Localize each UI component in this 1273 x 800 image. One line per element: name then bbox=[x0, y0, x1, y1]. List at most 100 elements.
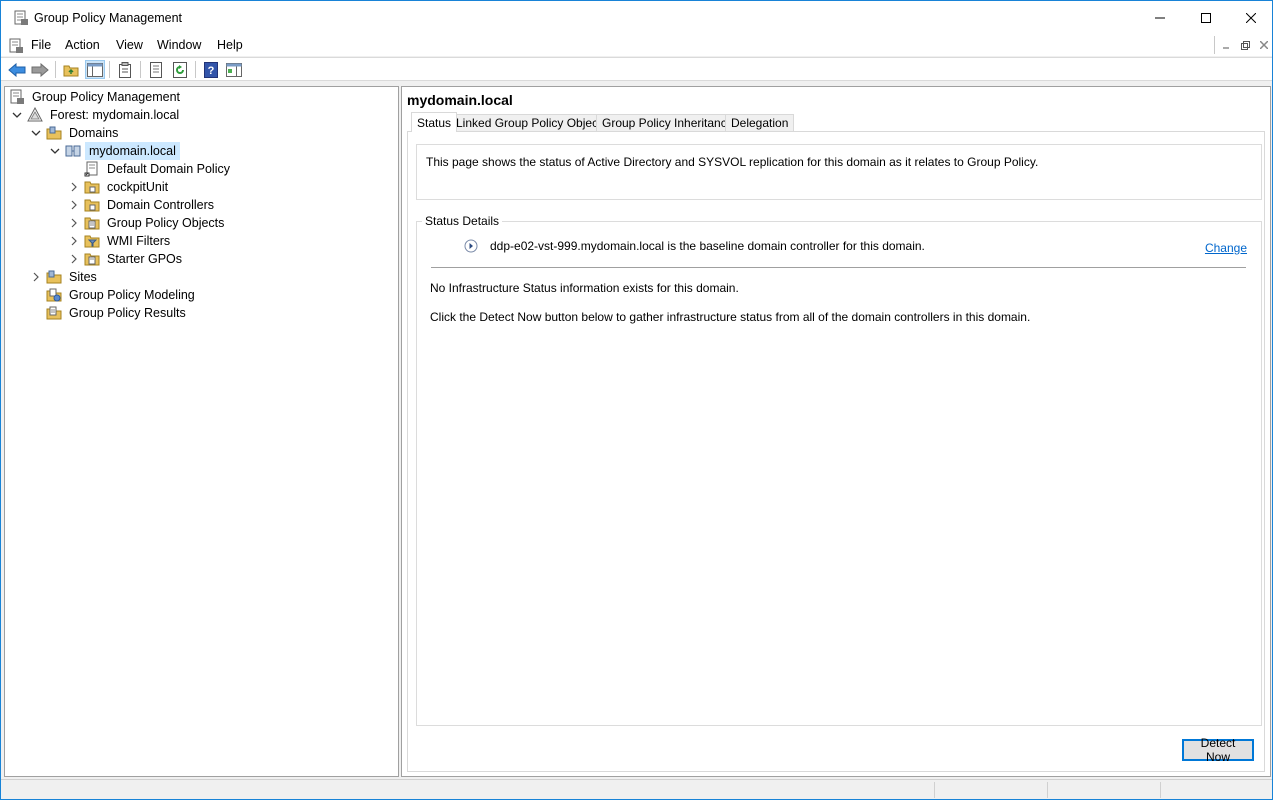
chevron-right-icon[interactable] bbox=[68, 199, 80, 211]
tree-node-domain-controllers[interactable]: Domain Controllers bbox=[68, 196, 217, 214]
tree-label: Group Policy Objects bbox=[107, 216, 225, 230]
svg-text:?: ? bbox=[208, 65, 215, 77]
tree-node-sites[interactable]: Sites bbox=[30, 268, 100, 286]
tree-node-domains[interactable]: Domains bbox=[30, 124, 121, 142]
chevron-right-icon[interactable] bbox=[68, 217, 80, 229]
tree-node-root[interactable]: Group Policy Management bbox=[9, 88, 183, 106]
gpo-folder-icon bbox=[84, 215, 100, 231]
gpo-link-icon bbox=[84, 161, 100, 177]
menu-window[interactable]: Window bbox=[157, 38, 201, 52]
mdi-minimize-icon[interactable] bbox=[1217, 36, 1235, 54]
separator-line bbox=[431, 267, 1246, 268]
window-title: Group Policy Management bbox=[34, 11, 182, 25]
tree-label: Forest: mydomain.local bbox=[50, 108, 180, 122]
description-text: This page shows the status of Active Dir… bbox=[426, 155, 1039, 169]
help-icon[interactable]: ? bbox=[201, 60, 221, 79]
sites-folder-icon bbox=[46, 269, 62, 285]
description-box: This page shows the status of Active Dir… bbox=[416, 144, 1262, 200]
tree-label: Starter GPOs bbox=[107, 252, 183, 266]
ou-folder-icon bbox=[84, 179, 100, 195]
tree-label: Default Domain Policy bbox=[107, 162, 230, 176]
back-arrow-icon[interactable] bbox=[7, 60, 27, 79]
tab-inheritance[interactable]: Group Policy Inheritance bbox=[596, 114, 740, 131]
instruction-text: Click the Detect Now button below to gat… bbox=[430, 310, 1031, 324]
chevron-right-icon[interactable] bbox=[68, 253, 80, 265]
tree-label: Group Policy Modeling bbox=[69, 288, 195, 302]
expand-circle-icon[interactable] bbox=[464, 239, 478, 253]
close-button[interactable] bbox=[1228, 1, 1273, 35]
chevron-right-icon[interactable] bbox=[68, 181, 80, 193]
modeling-icon bbox=[46, 287, 62, 303]
maximize-button[interactable] bbox=[1183, 1, 1229, 35]
console-icon[interactable] bbox=[8, 38, 24, 54]
toolbar-separator bbox=[195, 61, 196, 78]
tree-node-forest[interactable]: Forest: mydomain.local bbox=[11, 106, 182, 124]
tree-label: Domains bbox=[69, 126, 119, 140]
export-list-icon[interactable] bbox=[146, 60, 166, 79]
detect-now-button[interactable]: Detect Now bbox=[1182, 736, 1254, 764]
status-details-legend: Status Details bbox=[422, 214, 503, 228]
toolbar-separator bbox=[55, 61, 56, 78]
menu-help[interactable]: Help bbox=[217, 38, 243, 52]
tree-node-cockpitunit[interactable]: cockpitUnit bbox=[68, 178, 171, 196]
mdi-separator bbox=[1214, 36, 1215, 54]
refresh-icon[interactable] bbox=[170, 60, 190, 79]
baseline-dc-text: ddp-e02-vst-999.mydomain.local is the ba… bbox=[490, 239, 925, 253]
tree-node-group-policy-objects[interactable]: Group Policy Objects bbox=[68, 214, 227, 232]
tree-node-wmi-filters[interactable]: WMI Filters bbox=[68, 232, 173, 250]
toolbar: ? bbox=[1, 57, 1272, 81]
tab-status[interactable]: Status bbox=[411, 112, 458, 132]
properties-icon[interactable] bbox=[115, 60, 135, 79]
toolbar-separator bbox=[140, 61, 141, 78]
status-segment bbox=[934, 782, 935, 798]
forest-icon bbox=[27, 107, 43, 123]
starter-gpo-folder-icon bbox=[84, 251, 100, 267]
tree-label: Group Policy Results bbox=[69, 306, 186, 320]
tab-delegation[interactable]: Delegation bbox=[725, 114, 795, 131]
no-info-text: No Infrastructure Status information exi… bbox=[430, 281, 739, 295]
gpmc-icon bbox=[13, 10, 29, 26]
menu-bar: File Action View Window Help bbox=[1, 35, 1272, 56]
tree-label: Group Policy Management bbox=[32, 90, 180, 104]
toolbar-separator bbox=[109, 61, 110, 78]
forward-arrow-icon[interactable] bbox=[30, 60, 50, 79]
baseline-dc-row: ddp-e02-vst-999.mydomain.local is the ba… bbox=[464, 239, 925, 253]
domains-folder-icon bbox=[46, 125, 62, 141]
show-hide-action-pane-icon[interactable] bbox=[224, 60, 244, 79]
menu-file[interactable]: File bbox=[31, 38, 51, 52]
tree-label: WMI Filters bbox=[107, 234, 171, 248]
mdi-restore-icon[interactable] bbox=[1236, 36, 1254, 54]
up-folder-icon[interactable] bbox=[61, 60, 81, 79]
tree-node-starter-gpos[interactable]: Starter GPOs bbox=[68, 250, 185, 268]
change-link[interactable]: Change bbox=[1205, 241, 1247, 255]
chevron-down-icon[interactable] bbox=[30, 127, 42, 139]
status-segment bbox=[1160, 782, 1161, 798]
minimize-button[interactable] bbox=[1137, 1, 1183, 35]
tree-node-domain[interactable]: mydomain.local bbox=[49, 142, 180, 160]
tree-label: mydomain.local bbox=[85, 142, 180, 160]
title-bar: Group Policy Management bbox=[1, 1, 1272, 35]
tree-node-default-domain-policy[interactable]: Default Domain Policy bbox=[84, 160, 233, 178]
status-segment bbox=[1047, 782, 1048, 798]
status-details-group: Status Details ddp-e02-vst-999.mydomain.… bbox=[416, 214, 1262, 726]
console-tree: Group Policy Management Forest: mydomain… bbox=[4, 86, 399, 777]
details-pane: mydomain.local Status Linked Group Polic… bbox=[401, 86, 1271, 777]
mdi-close-icon[interactable] bbox=[1255, 36, 1273, 54]
tree-node-group-policy-results[interactable]: Group Policy Results bbox=[46, 304, 189, 322]
ou-folder-icon bbox=[84, 197, 100, 213]
page-title: mydomain.local bbox=[407, 92, 513, 108]
chevron-right-icon[interactable] bbox=[30, 271, 42, 283]
tree-node-group-policy-modeling[interactable]: Group Policy Modeling bbox=[46, 286, 198, 304]
tree-label: Sites bbox=[69, 270, 97, 284]
menu-view[interactable]: View bbox=[116, 38, 143, 52]
wmi-filter-folder-icon bbox=[84, 233, 100, 249]
show-hide-console-tree-icon[interactable] bbox=[85, 60, 105, 79]
chevron-down-icon[interactable] bbox=[49, 145, 61, 157]
chevron-right-icon[interactable] bbox=[68, 235, 80, 247]
status-bar bbox=[1, 779, 1272, 799]
tree-label: cockpitUnit bbox=[107, 180, 169, 194]
chevron-down-icon[interactable] bbox=[11, 109, 23, 121]
tab-linked-gpos[interactable]: Linked Group Policy Objects bbox=[450, 114, 614, 131]
menu-action[interactable]: Action bbox=[65, 38, 100, 52]
results-icon bbox=[46, 305, 62, 321]
